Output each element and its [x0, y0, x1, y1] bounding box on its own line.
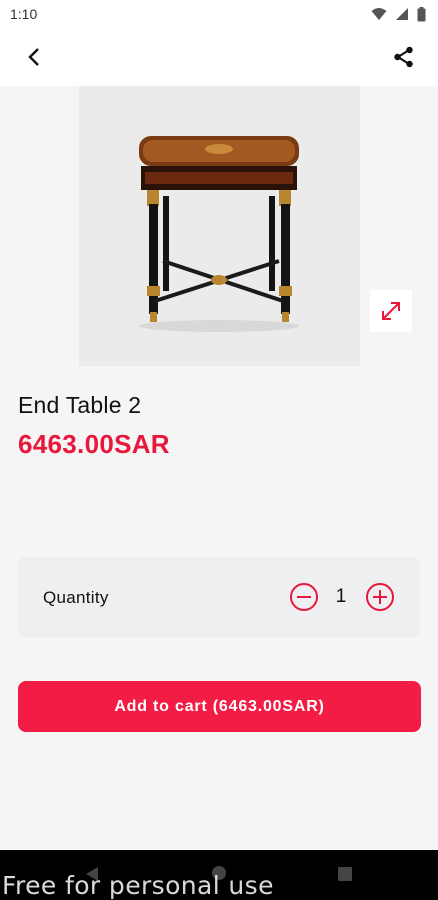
back-arrow-icon — [28, 48, 39, 66]
expand-image-button[interactable] — [370, 290, 412, 332]
decrease-quantity-button[interactable] — [290, 583, 318, 611]
wifi-icon — [371, 8, 387, 20]
share-icon — [394, 46, 413, 68]
status-icons — [371, 5, 426, 23]
add-to-cart-button[interactable]: Add to cart (6463.00SAR) — [18, 681, 421, 732]
quantity-label: Quantity — [43, 588, 109, 607]
nav-recents-icon[interactable] — [338, 867, 352, 881]
end-table-illustration — [139, 136, 299, 332]
quantity-card: Quantity 1 — [18, 557, 420, 637]
watermark: Free for personal use — [2, 871, 274, 900]
quantity-value: 1 — [335, 586, 347, 607]
status-bar: 1:10 — [0, 0, 438, 28]
expand-icon — [382, 302, 400, 320]
product-image[interactable] — [79, 86, 360, 366]
share-button[interactable] — [384, 37, 424, 77]
back-button[interactable] — [14, 37, 54, 77]
signal-icon — [396, 8, 408, 20]
product-price: 6463.00SAR — [18, 429, 170, 459]
increase-quantity-button[interactable] — [366, 583, 394, 611]
product-name: End Table 2 — [18, 392, 142, 418]
battery-icon — [417, 6, 426, 21]
app-bar — [0, 28, 438, 86]
status-time: 1:10 — [10, 6, 38, 22]
